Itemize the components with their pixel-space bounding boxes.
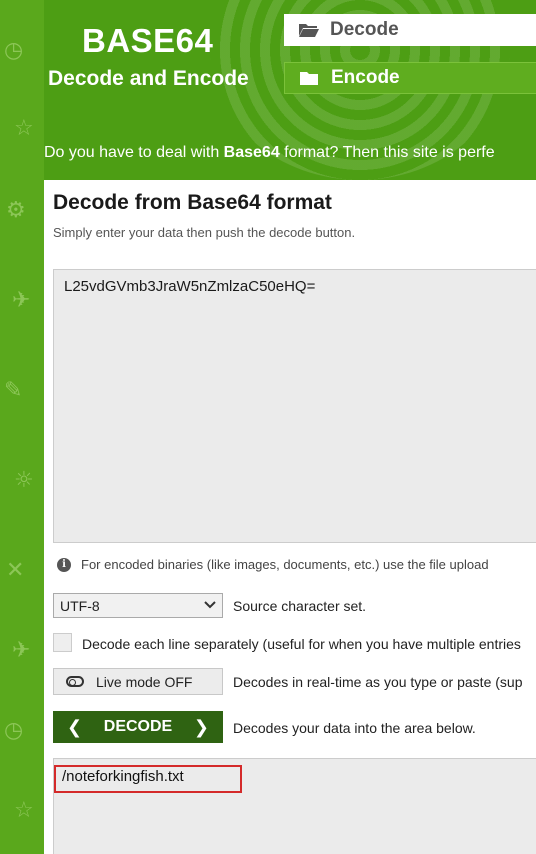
decode-description: Decodes your data into the area below. [233,720,476,736]
info-icon: i [57,557,71,572]
note-doodle-icon: ✎ [4,378,23,403]
charset-label: Source character set. [233,598,367,614]
star-doodle-icon-2: ☆ [14,798,34,823]
charset-selected-value: UTF-8 [60,597,100,614]
site-logo-subtitle[interactable]: Decode and Encode [48,67,249,91]
nav-encode-label: Encode [331,67,400,88]
clock-doodle-icon-2: ◷ [4,718,24,743]
decoded-output-highlight: /noteforkingfish.txt [54,765,242,793]
nav-encode-button[interactable]: Encode [284,62,536,94]
nav-decode-label: Decode [330,19,399,40]
decode-button[interactable]: ❮ DECODE ❯ [53,711,223,743]
decoded-output-textarea[interactable]: /noteforkingfish.txt [53,758,536,854]
folder-icon [299,70,321,86]
chevron-right-icon: ❯ [193,716,209,738]
decode-panel: Decode from Base64 format Simply enter y… [44,180,536,854]
left-decorative-strip: ◷ ☆ ⚙ ✈ ✎ ☼ ✕ ✈ ◷ ☆ [0,0,44,854]
chevron-left-icon: ❮ [67,716,83,738]
decode-each-line-label: Decode each line separately (useful for … [82,636,521,652]
file-upload-info-text: For encoded binaries (like images, docum… [81,557,489,572]
rocket-doodle-icon: ✈ [12,288,31,313]
live-mode-label: Live mode OFF [96,673,193,690]
cross-doodle-icon: ✕ [6,558,25,583]
decode-button-label: DECODE [103,718,173,735]
site-tagline: Do you have to deal with Base64 format? … [44,144,495,162]
site-header: BASE64 Decode and Encode Decode Encode D… [0,0,536,180]
charset-select[interactable]: UTF-8 [53,593,223,618]
folder-open-icon [298,22,320,38]
chevron-down-icon [204,600,216,612]
tagline-prefix: Do you have to deal with [44,144,224,161]
live-mode-description: Decodes in real-time as you type or past… [233,674,523,690]
toggle-off-icon [66,676,84,687]
site-logo-title[interactable]: BASE64 [82,22,213,60]
panel-title: Decode from Base64 format [53,191,332,214]
star-doodle-icon: ☆ [14,116,34,141]
tagline-bold: Base64 [223,144,280,161]
clock-doodle-icon: ◷ [4,38,24,63]
panel-subtitle: Simply enter your data then push the dec… [53,225,356,240]
live-mode-toggle-button[interactable]: Live mode OFF [53,668,223,695]
file-upload-info: i For encoded binaries (like images, doc… [57,557,489,572]
decode-each-line-checkbox[interactable] [53,633,72,652]
tagline-suffix: format? Then this site is perfe [279,144,495,161]
gear-doodle-icon: ⚙ [6,198,26,223]
nav-decode-button[interactable]: Decode [284,14,536,46]
base64-input-textarea[interactable]: L25vdGVmb3JraW5nZmlzaC50eHQ= [53,269,536,543]
rocket-doodle-icon-2: ✈ [12,638,31,663]
bulb-doodle-icon: ☼ [14,468,34,493]
